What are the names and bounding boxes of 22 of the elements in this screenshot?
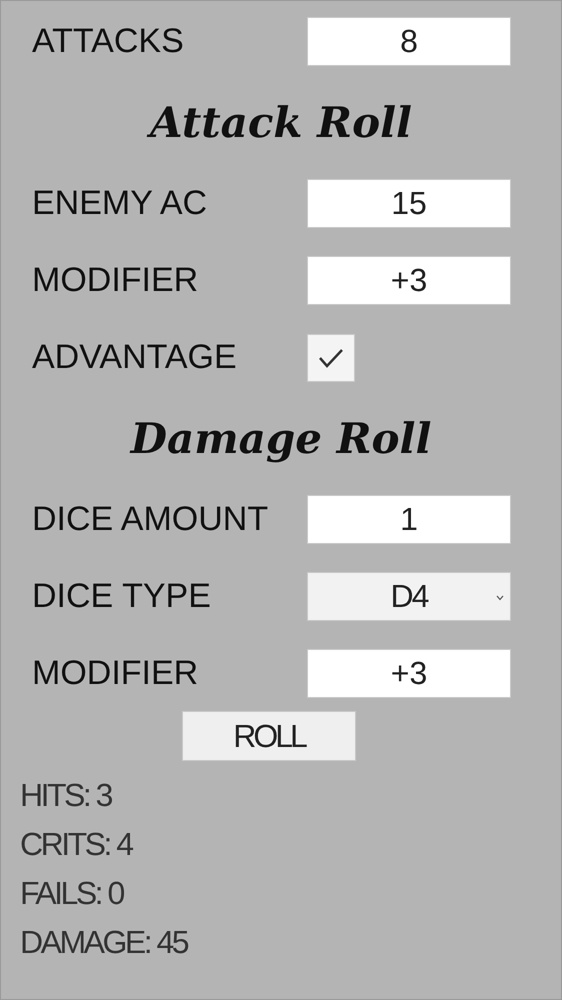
input-field[interactable]: +3 bbox=[307, 649, 511, 698]
input-field[interactable]: 1 bbox=[307, 495, 511, 544]
field-label: DICE AMOUNT bbox=[32, 500, 270, 539]
roll-button[interactable]: ROLL bbox=[182, 711, 356, 761]
field-label: MODIFIER bbox=[32, 654, 200, 693]
result-text: HITS: 3 bbox=[20, 776, 112, 815]
input-field[interactable]: 8 bbox=[307, 17, 511, 66]
field-label: DICE TYPE bbox=[32, 577, 212, 616]
section-heading: Damage Roll bbox=[130, 414, 432, 463]
input-field[interactable]: 15 bbox=[307, 179, 511, 228]
result-text: CRITS: 4 bbox=[20, 825, 134, 864]
field-label: MODIFIER bbox=[32, 261, 200, 300]
field-label: ATTACKS bbox=[32, 22, 185, 61]
checkmark-icon bbox=[318, 346, 344, 368]
dropdown[interactable]: D4 bbox=[307, 572, 511, 621]
input-field[interactable]: +3 bbox=[307, 256, 511, 305]
result-text: DAMAGE: 45 bbox=[20, 923, 189, 962]
field-label: ENEMY AC bbox=[32, 184, 208, 223]
field-label: ADVANTAGE bbox=[32, 338, 238, 377]
caret-icon bbox=[496, 595, 504, 601]
checkbox[interactable] bbox=[307, 334, 355, 382]
result-text: FAILS: 0 bbox=[20, 874, 124, 913]
